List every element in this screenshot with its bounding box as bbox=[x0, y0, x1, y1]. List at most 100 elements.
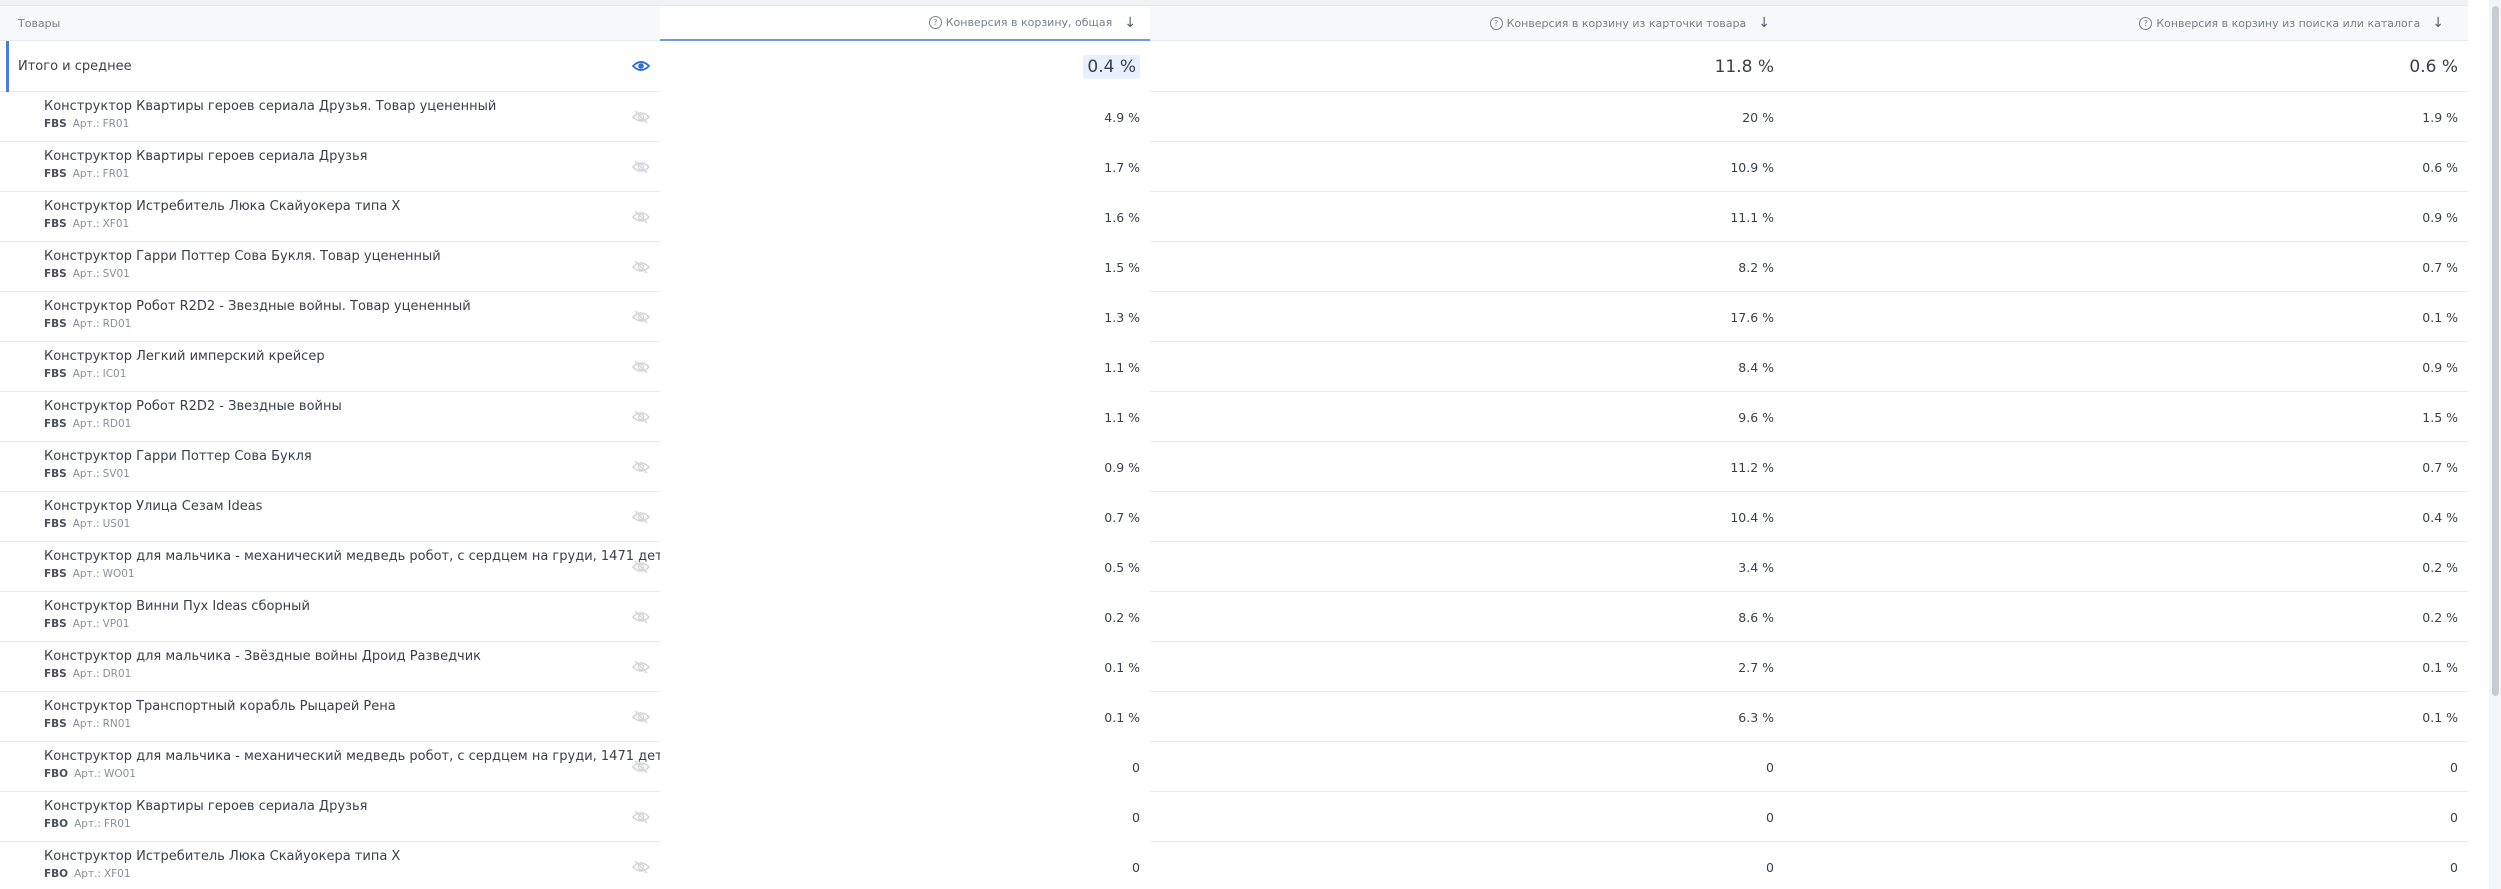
sku-value: US01 bbox=[102, 518, 131, 530]
cart-conversion-card: 10.9 % bbox=[1730, 159, 1774, 175]
fulfilment-badge: FBO bbox=[44, 868, 69, 880]
eye-off-icon[interactable] bbox=[632, 210, 650, 224]
table-row[interactable]: Конструктор Квартиры героев сериала Друз… bbox=[0, 142, 2468, 192]
cart-conversion-search: 0.9 % bbox=[2422, 209, 2458, 225]
eye-off-icon[interactable] bbox=[632, 660, 650, 674]
cart-conversion-search: 0.6 % bbox=[2422, 159, 2458, 175]
total-row-label: Итого и среднее bbox=[18, 59, 132, 74]
cart-conversion-total: 4.9 % bbox=[660, 92, 1150, 142]
fulfilment-badge: FBS bbox=[44, 218, 67, 230]
eye-off-icon[interactable] bbox=[632, 860, 650, 874]
eye-off-icon[interactable] bbox=[632, 310, 650, 324]
cart-conversion-search: 0.1 % bbox=[2422, 309, 2458, 325]
fulfilment-badge: FBS bbox=[44, 168, 67, 180]
fulfilment-badge: FBO bbox=[44, 768, 69, 780]
product-name[interactable]: Конструктор Гарри Поттер Сова Букля bbox=[44, 449, 312, 464]
eye-off-icon[interactable] bbox=[632, 110, 650, 124]
product-name[interactable]: Конструктор для мальчика - Звёздные войн… bbox=[44, 649, 481, 664]
eye-off-icon[interactable] bbox=[632, 510, 650, 524]
table-row[interactable]: Конструктор Квартиры героев сериала Друз… bbox=[0, 92, 2468, 142]
eye-off-icon[interactable] bbox=[632, 610, 650, 624]
product-meta: FBO Арт.: WO01 bbox=[44, 768, 136, 780]
product-name[interactable]: Конструктор Улица Сезам Ideas bbox=[44, 499, 262, 514]
product-name[interactable]: Конструктор Квартиры героев сериала Друз… bbox=[44, 149, 367, 164]
table-row[interactable]: Конструктор Робот R2D2 - Звездные войны F… bbox=[0, 392, 2468, 442]
fulfilment-badge: FBS bbox=[44, 468, 67, 480]
product-meta: FBS Арт.: FR01 bbox=[44, 168, 129, 180]
column-header-products[interactable]: Товары bbox=[18, 6, 658, 40]
eye-off-icon[interactable] bbox=[632, 160, 650, 174]
sku-label: Арт.: bbox=[72, 418, 100, 430]
product-name[interactable]: Конструктор для мальчика - механический … bbox=[44, 749, 687, 764]
sort-desc-icon[interactable]: ↓ bbox=[2432, 16, 2444, 30]
product-name[interactable]: Конструктор Робот R2D2 - Звездные войны.… bbox=[44, 299, 471, 314]
scrollbar-thumb[interactable] bbox=[2492, 6, 2499, 696]
cart-conversion-card: 0 bbox=[1766, 759, 1774, 775]
sku-label: Арт.: bbox=[72, 218, 100, 230]
fulfilment-badge: FBS bbox=[44, 118, 67, 130]
product-name[interactable]: Конструктор для мальчика - механический … bbox=[44, 549, 687, 564]
product-name[interactable]: Конструктор Транспортный корабль Рыцарей… bbox=[44, 699, 396, 714]
cart-conversion-total: 1.1 % bbox=[660, 342, 1150, 392]
product-name[interactable]: Конструктор Робот R2D2 - Звездные войны bbox=[44, 399, 342, 414]
table-row[interactable]: Конструктор Робот R2D2 - Звездные войны.… bbox=[0, 292, 2468, 342]
fulfilment-badge: FBS bbox=[44, 668, 67, 680]
eye-icon[interactable] bbox=[632, 59, 650, 73]
help-icon[interactable]: ? bbox=[928, 16, 942, 29]
cart-conversion-search: 1.9 % bbox=[2422, 109, 2458, 125]
table-row[interactable]: Конструктор Улица Сезам Ideas FBS Арт.: US0… bbox=[0, 492, 2468, 542]
eye-off-icon[interactable] bbox=[632, 360, 650, 374]
product-name[interactable]: Конструктор Гарри Поттер Сова Букля. Тов… bbox=[44, 249, 441, 264]
column-header-cart-conversion-card[interactable]: ? Конверсия в корзину из карточки товара… bbox=[1152, 6, 1784, 40]
eye-off-icon[interactable] bbox=[632, 460, 650, 474]
cart-conversion-card: 9.6 % bbox=[1738, 409, 1774, 425]
cart-conversion-total: 0.7 % bbox=[660, 492, 1150, 542]
table-row[interactable]: Конструктор Квартиры героев сериала Друз… bbox=[0, 792, 2468, 842]
sort-desc-icon[interactable]: ↓ bbox=[1124, 16, 1136, 30]
cart-conversion-search: 1.5 % bbox=[2422, 409, 2458, 425]
sku-value: RD01 bbox=[102, 318, 132, 330]
cart-conversion-total: 0 bbox=[660, 842, 1150, 889]
table-row[interactable]: Конструктор для мальчика - механический … bbox=[0, 742, 2468, 792]
scrollbar[interactable] bbox=[2489, 0, 2501, 889]
cart-conversion-total: 0.5 % bbox=[660, 542, 1150, 592]
table-body: Конструктор Квартиры героев сериала Друз… bbox=[0, 92, 2468, 889]
sku-value: WO01 bbox=[102, 568, 135, 580]
product-name[interactable]: Конструктор Квартиры героев сериала Друз… bbox=[44, 99, 496, 114]
fulfilment-badge: FBS bbox=[44, 518, 67, 530]
eye-off-icon[interactable] bbox=[632, 710, 650, 724]
product-name[interactable]: Конструктор Легкий имперский крейсер bbox=[44, 349, 325, 364]
table-row[interactable]: Конструктор для мальчика - механический … bbox=[0, 542, 2468, 592]
table-row[interactable]: Конструктор Транспортный корабль Рыцарей… bbox=[0, 692, 2468, 742]
product-name[interactable]: Конструктор Квартиры героев сериала Друз… bbox=[44, 799, 367, 814]
sku-value: WO01 bbox=[103, 768, 136, 780]
eye-off-icon[interactable] bbox=[632, 260, 650, 274]
cart-conversion-card: 17.6 % bbox=[1730, 309, 1774, 325]
table-row[interactable]: Конструктор Гарри Поттер Сова Букля. Тов… bbox=[0, 242, 2468, 292]
fulfilment-badge: FBS bbox=[44, 268, 67, 280]
eye-off-icon[interactable] bbox=[632, 810, 650, 824]
sku-label: Арт.: bbox=[72, 468, 100, 480]
help-icon[interactable]: ? bbox=[1489, 16, 1503, 30]
product-name[interactable]: Конструктор Истребитель Люка Скайуокера … bbox=[44, 849, 400, 864]
table-row[interactable]: Конструктор Винни Пух Ideas сборный FBS Ар… bbox=[0, 592, 2468, 642]
help-icon[interactable]: ? bbox=[2139, 16, 2153, 30]
eye-off-icon[interactable] bbox=[632, 760, 650, 774]
column-header-cart-conversion-search[interactable]: ? Конверсия в корзину из поиска или ката… bbox=[1784, 6, 2468, 40]
fulfilment-badge: FBS bbox=[44, 568, 67, 580]
product-meta: FBS Арт.: SV01 bbox=[44, 468, 130, 480]
eye-off-icon[interactable] bbox=[632, 410, 650, 424]
table-row[interactable]: Конструктор для мальчика - Звёздные войн… bbox=[0, 642, 2468, 692]
table-row[interactable]: Конструктор Истребитель Люка Скайуокера … bbox=[0, 192, 2468, 242]
sort-desc-icon[interactable]: ↓ bbox=[1758, 16, 1770, 30]
product-name[interactable]: Конструктор Истребитель Люка Скайуокера … bbox=[44, 199, 400, 214]
sku-value: VP01 bbox=[102, 618, 130, 630]
eye-off-icon[interactable] bbox=[632, 560, 650, 574]
table-row[interactable]: Конструктор Гарри Поттер Сова Букля FBS Ар… bbox=[0, 442, 2468, 492]
product-name[interactable]: Конструктор Винни Пух Ideas сборный bbox=[44, 599, 310, 614]
column-header-cart-conversion-total[interactable]: ? Конверсия в корзину, общая ↓ bbox=[660, 6, 1150, 41]
table-row[interactable]: Конструктор Легкий имперский крейсер FBS А… bbox=[0, 342, 2468, 392]
table-row[interactable]: Конструктор Истребитель Люка Скайуокера … bbox=[0, 842, 2468, 889]
cart-conversion-card: 8.4 % bbox=[1738, 359, 1774, 375]
cart-conversion-total: 0 bbox=[660, 792, 1150, 842]
